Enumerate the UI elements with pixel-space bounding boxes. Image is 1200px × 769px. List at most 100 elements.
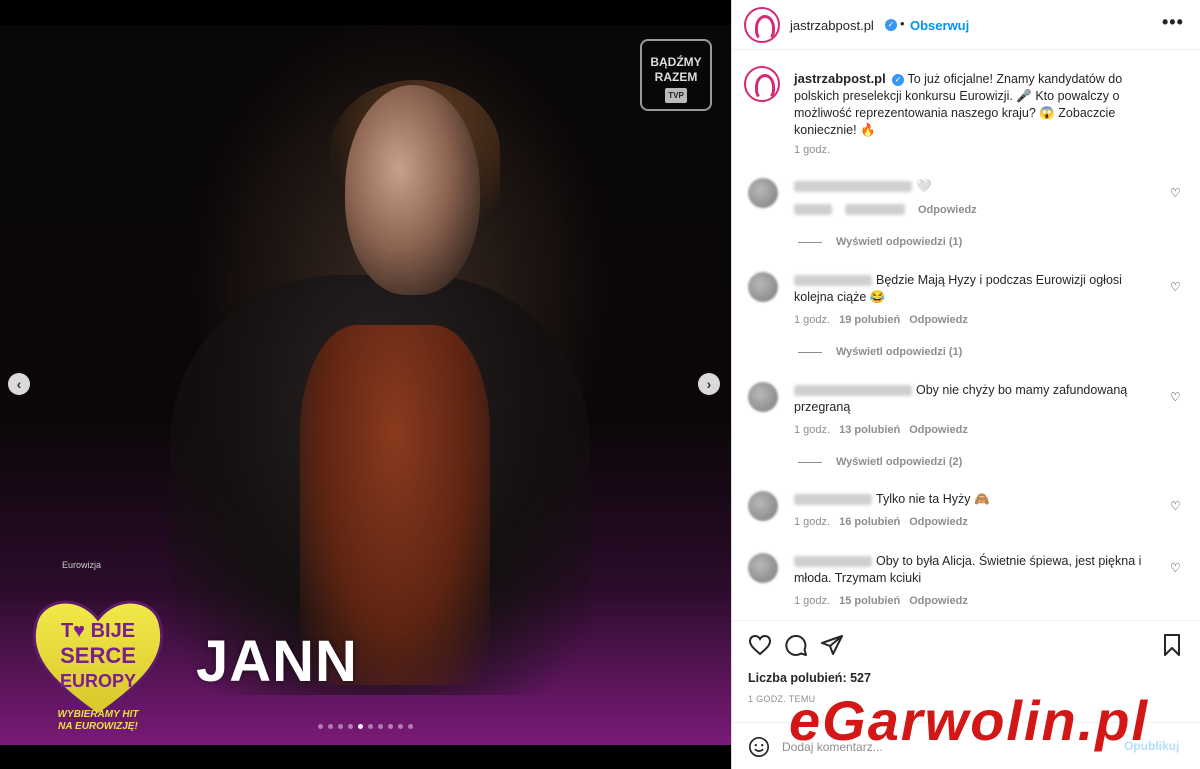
comment-username[interactable] xyxy=(794,181,912,193)
view-replies-button[interactable]: Wyświetl odpowiedzi (1) xyxy=(798,236,962,248)
heart-logo: T♥ BIJE SERCE EUROPY xyxy=(32,600,164,717)
slide-dot[interactable] xyxy=(378,724,383,729)
emoji-icon[interactable] xyxy=(748,736,770,758)
slide-dot[interactable] xyxy=(358,724,363,729)
post-actions xyxy=(732,620,1200,670)
comment-text: 🤍 xyxy=(794,178,1154,195)
avatar[interactable] xyxy=(748,272,778,302)
comment-time: 1 godz. xyxy=(794,424,831,436)
comment-icon[interactable] xyxy=(784,633,808,657)
comment-body: Tylko nie ta Hyży 🙈 xyxy=(876,492,990,506)
comment-username[interactable] xyxy=(794,556,872,568)
slide-dot[interactable] xyxy=(328,724,333,729)
comment-time: 1 godz. xyxy=(794,314,831,326)
divider xyxy=(798,241,822,243)
header-username[interactable]: jastrzabpost.pl xyxy=(790,18,874,33)
likes-count[interactable]: Liczba polubień: 527 xyxy=(748,671,871,685)
comment-text: Tylko nie ta Hyży 🙈 xyxy=(794,491,1154,508)
comment-text: Oby to była Alicja. Świetnie śpiewa, jes… xyxy=(794,553,1154,587)
slide-dot[interactable] xyxy=(368,724,373,729)
like-icon[interactable] xyxy=(748,633,772,657)
comment-likes[interactable]: 19 polubień xyxy=(839,314,900,326)
comment-meta: Odpowiedz xyxy=(794,204,977,216)
comment-likes[interactable]: 15 polubień xyxy=(839,595,900,607)
view-replies-button[interactable]: Wyświetl odpowiedzi (2) xyxy=(798,456,962,468)
prev-slide-button[interactable]: ‹ xyxy=(8,373,30,395)
like-comment-icon[interactable]: ♡ xyxy=(1170,561,1181,575)
slide-dot[interactable] xyxy=(348,724,353,729)
slide-indicator xyxy=(318,724,413,732)
chevron-right-icon: › xyxy=(706,376,712,392)
comment-time: 1 godz. xyxy=(794,595,831,607)
share-icon[interactable] xyxy=(820,633,844,657)
like-comment-icon[interactable]: ♡ xyxy=(1170,499,1181,513)
avatar[interactable] xyxy=(748,178,778,208)
like-comment-icon[interactable]: ♡ xyxy=(1170,390,1181,404)
reply-button[interactable]: Odpowiedz xyxy=(909,516,968,528)
comment-username[interactable] xyxy=(794,385,912,397)
comment-text: Oby nie chyży bo mamy zafundowaną przegr… xyxy=(794,382,1154,416)
caption-avatar[interactable] xyxy=(744,66,780,102)
reply-button[interactable]: Odpowiedz xyxy=(909,314,968,326)
comment-likes[interactable]: 16 polubień xyxy=(839,516,900,528)
slide-dot[interactable] xyxy=(388,724,393,729)
heart-text-2: SERCE xyxy=(60,643,136,668)
reply-button[interactable]: Odpowiedz xyxy=(909,424,968,436)
slide-dot[interactable] xyxy=(398,724,403,729)
view-replies-button[interactable]: Wyświetl odpowiedzi (1) xyxy=(798,346,962,358)
logo-line-2: RAZEM xyxy=(654,70,698,84)
view-replies-label: Wyświetl odpowiedzi (1) xyxy=(836,346,963,358)
publish-button[interactable]: Opublikuj xyxy=(1124,739,1179,753)
tvp-mark: TVP xyxy=(665,88,687,103)
blurred-likes xyxy=(845,204,905,215)
view-replies-label: Wyświetl odpowiedzi (1) xyxy=(836,236,963,248)
verified-icon: ✓ xyxy=(885,19,897,31)
heart-text-1: T♥ BIJE xyxy=(61,620,135,642)
divider xyxy=(798,461,822,463)
avatar[interactable] xyxy=(748,491,778,521)
blurred-time xyxy=(794,204,832,215)
photo-face xyxy=(345,85,480,295)
comment-username[interactable] xyxy=(794,494,872,506)
heart-sub-1: WYBIERAMY HIT xyxy=(57,709,139,720)
verified-icon: ✓ xyxy=(892,73,905,86)
like-comment-icon[interactable]: ♡ xyxy=(1170,186,1181,200)
avatar[interactable] xyxy=(744,7,780,43)
post-sidebar: jastrzabpost.pl ✓ • Obserwuj ••• jastrza… xyxy=(731,0,1200,769)
reply-button[interactable]: Odpowiedz xyxy=(909,595,968,607)
divider xyxy=(798,351,822,353)
post-media[interactable]: BĄDŹMY RAZEM TVP ‹ › Eurowizja T♥ BIJE S… xyxy=(0,25,731,745)
slide-dot[interactable] xyxy=(318,724,323,729)
avatar[interactable] xyxy=(748,382,778,412)
badzmy-razem-logo: BĄDŹMY RAZEM TVP xyxy=(640,39,712,111)
reply-button[interactable]: Odpowiedz xyxy=(918,204,977,216)
slide-dot[interactable] xyxy=(338,724,343,729)
comment-meta: 1 godz. 19 polubień Odpowiedz xyxy=(794,314,968,326)
comment-meta: 1 godz. 13 polubień Odpowiedz xyxy=(794,424,968,436)
like-comment-icon[interactable]: ♡ xyxy=(1170,280,1181,294)
post-header: jastrzabpost.pl ✓ • Obserwuj ••• xyxy=(732,0,1200,50)
heart-sub-2: NA EUROWIZJĘ! xyxy=(58,721,138,732)
instagram-post-viewer: BĄDŹMY RAZEM TVP ‹ › Eurowizja T♥ BIJE S… xyxy=(0,0,1200,769)
next-slide-button[interactable]: › xyxy=(698,373,720,395)
bookmark-icon[interactable] xyxy=(1160,633,1184,657)
logo-line-1: BĄDŹMY xyxy=(650,55,702,69)
heart-subtitle: WYBIERAMY HIT NA EUROWIZJĘ! xyxy=(30,709,166,733)
comment-text: Będzie Mają Hyzy i podczas Eurowizji ogł… xyxy=(794,272,1154,306)
eurovision-small-logo: Eurowizja xyxy=(62,560,102,570)
follow-button[interactable]: Obserwuj xyxy=(910,18,969,33)
posted-time: 1 GODZ. TEMU xyxy=(748,694,816,704)
comment-input[interactable] xyxy=(782,737,1102,757)
avatar[interactable] xyxy=(748,553,778,583)
view-replies-label: Wyświetl odpowiedzi (2) xyxy=(836,456,963,468)
more-icon[interactable]: ••• xyxy=(1162,12,1184,33)
caption-time: 1 godz. xyxy=(794,144,831,156)
comment-likes[interactable]: 13 polubień xyxy=(839,424,900,436)
comment-username[interactable] xyxy=(794,275,872,287)
caption: jastrzabpost.pl ✓ To już oficjalne! Znam… xyxy=(794,70,1134,139)
chevron-left-icon: ‹ xyxy=(16,376,22,392)
slide-dot[interactable] xyxy=(408,724,413,729)
add-comment-bar: Opublikuj xyxy=(732,722,1200,769)
caption-username[interactable]: jastrzabpost.pl xyxy=(794,71,886,86)
comment-meta: 1 godz. 15 polubień Odpowiedz xyxy=(794,595,968,607)
